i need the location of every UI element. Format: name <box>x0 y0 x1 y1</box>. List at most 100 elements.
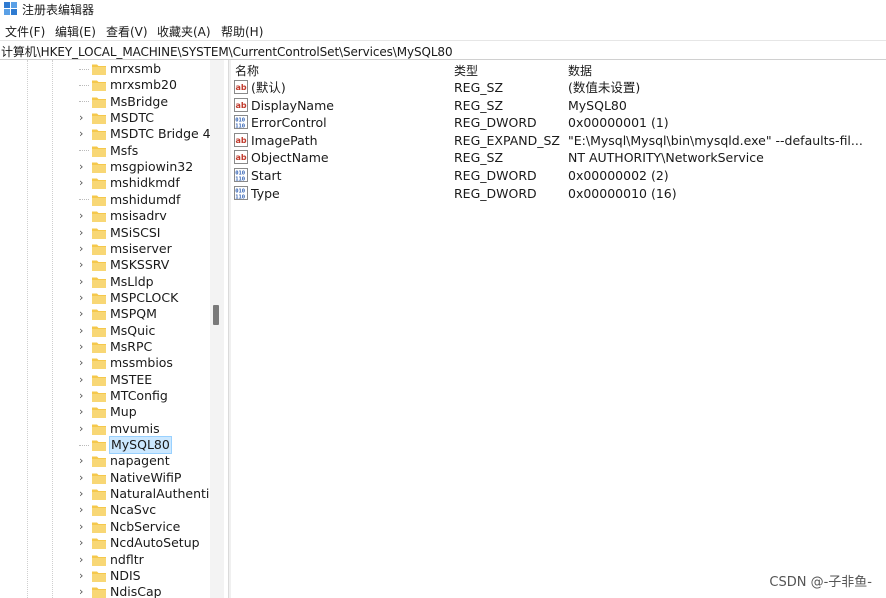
chevron-right-icon[interactable]: › <box>79 291 89 305</box>
tree-item[interactable]: › MSTEE <box>0 372 210 388</box>
value-row[interactable]: 010 110 Type REG_DWORD 0x00000010 (16) <box>231 185 886 202</box>
chevron-right-icon[interactable]: › <box>79 176 89 190</box>
chevron-right-icon[interactable]: › <box>79 307 89 321</box>
menu-help[interactable]: 帮助(H) <box>221 23 263 40</box>
tree-item[interactable]: › napagent <box>0 453 210 469</box>
chevron-right-icon[interactable]: › <box>79 373 89 387</box>
tree-item-label: msgpiowin32 <box>110 159 194 175</box>
value-name: Type <box>251 185 280 201</box>
tree-item[interactable]: › NcaSvc <box>0 502 210 518</box>
column-header-data[interactable]: 数据 <box>568 62 592 79</box>
tree-item[interactable]: › msiserver <box>0 241 210 257</box>
tree-connector <box>79 438 89 452</box>
tree-item[interactable]: mrxsmb <box>0 61 210 77</box>
folder-icon <box>92 505 106 517</box>
tree-scrollbar[interactable] <box>210 60 224 598</box>
tree-item[interactable]: › msisadrv <box>0 208 210 224</box>
chevron-right-icon[interactable]: › <box>79 389 89 403</box>
tree-item-label: MSPQM <box>110 306 157 322</box>
chevron-right-icon[interactable]: › <box>79 111 89 125</box>
tree-item[interactable]: › ndfltr <box>0 552 210 568</box>
tree-item-label: MsBridge <box>110 93 169 109</box>
tree-item[interactable]: › msgpiowin32 <box>0 159 210 175</box>
tree-item-label: MSTEE <box>110 371 153 387</box>
folder-icon <box>92 129 106 141</box>
tree-item[interactable]: › mshidkmdf <box>0 175 210 191</box>
tree-item[interactable]: › NcbService <box>0 519 210 535</box>
value-data: 0x00000010 (16) <box>568 185 677 201</box>
menu-view[interactable]: 查看(V) <box>106 23 148 40</box>
chevron-right-icon[interactable]: › <box>79 536 89 550</box>
tree-item[interactable]: › MSiSCSI <box>0 225 210 241</box>
binary-value-icon: 010110 <box>234 115 248 130</box>
tree-item[interactable]: › MSDTC Bridge 4.0 <box>0 126 210 142</box>
tree-item[interactable]: › MSKSSRV <box>0 257 210 273</box>
address-bar[interactable]: 计算机\HKEY_LOCAL_MACHINE\SYSTEM\CurrentCon… <box>0 40 886 60</box>
chevron-right-icon[interactable]: › <box>79 553 89 567</box>
value-type: REG_DWORD <box>454 168 537 183</box>
tree-item[interactable]: › Mup <box>0 404 210 420</box>
chevron-right-icon[interactable]: › <box>79 569 89 583</box>
chevron-right-icon[interactable]: › <box>79 324 89 338</box>
chevron-right-icon[interactable]: › <box>79 471 89 485</box>
chevron-right-icon[interactable]: › <box>79 258 89 272</box>
chevron-right-icon[interactable]: › <box>79 209 89 223</box>
tree-item[interactable]: › NcdAutoSetup <box>0 535 210 551</box>
tree-item[interactable]: › mvumis <box>0 421 210 437</box>
chevron-right-icon[interactable]: › <box>79 520 89 534</box>
tree-item-label: MSDTC Bridge 4.0 <box>110 126 210 142</box>
folder-icon <box>92 146 106 157</box>
menu-file[interactable]: 文件(F) <box>5 23 45 40</box>
svg-text:ab: ab <box>236 136 247 145</box>
tree-item[interactable]: › MsQuic <box>0 323 210 339</box>
tree-scrollbar-thumb[interactable] <box>213 305 219 325</box>
value-name: ObjectName <box>251 150 329 166</box>
chevron-right-icon[interactable]: › <box>79 242 89 256</box>
tree-item[interactable]: › NaturalAuthentica <box>0 486 210 502</box>
value-row[interactable]: ab (默认) REG_SZ (数值未设置) <box>231 79 886 96</box>
chevron-right-icon[interactable]: › <box>79 422 89 436</box>
value-row[interactable]: ab ObjectName REG_SZ NT AUTHORITY\NetworkSe… <box>231 149 886 166</box>
menu-edit[interactable]: 编辑(E) <box>55 23 96 40</box>
chevron-right-icon[interactable]: › <box>79 487 89 501</box>
value-type: REG_DWORD <box>454 185 537 201</box>
tree-item[interactable]: MsBridge <box>0 94 210 110</box>
tree-item-label: MsLldp <box>110 273 154 289</box>
chevron-right-icon[interactable]: › <box>79 226 89 240</box>
tree-item[interactable]: › MsLldp <box>0 274 210 290</box>
column-header-name[interactable]: 名称 <box>235 62 259 79</box>
tree-item[interactable]: › NDIS <box>0 568 210 584</box>
chevron-right-icon[interactable]: › <box>79 340 89 354</box>
address-path[interactable]: 计算机\HKEY_LOCAL_MACHINE\SYSTEM\CurrentCon… <box>1 43 453 60</box>
value-row[interactable]: ab ImagePath REG_EXPAND_SZ "E:\Mysql\Mysql\… <box>231 132 886 149</box>
chevron-right-icon[interactable]: › <box>79 275 89 289</box>
chevron-right-icon[interactable]: › <box>79 454 89 468</box>
tree-item[interactable]: › MTConfig <box>0 388 210 404</box>
folder-icon <box>92 244 106 255</box>
chevron-right-icon[interactable]: › <box>79 405 89 419</box>
tree-item[interactable]: › mssmbios <box>0 355 210 371</box>
key-tree[interactable]: mrxsmb mrxsmb20 MsBridge › MSDTC › MSDTC Bridg… <box>0 60 210 598</box>
tree-item[interactable]: › MsRPC <box>0 339 210 355</box>
value-row[interactable]: ab DisplayName REG_SZ MySQL80 <box>231 97 886 114</box>
values-list[interactable]: 名称 类型 数据 ab (默认) REG_SZ (数值未设置) ab DisplayNam… <box>231 60 886 598</box>
tree-item[interactable]: › MSPQM <box>0 306 210 322</box>
chevron-right-icon[interactable]: › <box>79 503 89 517</box>
value-row[interactable]: 010 110 ErrorControl REG_DWORD 0x00000001 (1… <box>231 114 886 131</box>
chevron-right-icon[interactable]: › <box>79 585 89 598</box>
chevron-right-icon[interactable]: › <box>79 356 89 370</box>
tree-item[interactable]: mshidumdf <box>0 192 210 208</box>
menu-favorites[interactable]: 收藏夹(A) <box>157 23 211 40</box>
tree-item[interactable]: › NdisCap <box>0 584 210 598</box>
tree-item[interactable]: mrxsmb20 <box>0 77 210 93</box>
tree-item[interactable]: › MSDTC <box>0 110 210 126</box>
tree-item[interactable]: MySQL80 <box>0 436 210 455</box>
column-header-type[interactable]: 类型 <box>454 62 478 79</box>
tree-item[interactable]: › NativeWifiP <box>0 470 210 486</box>
value-row[interactable]: 010 110 Start REG_DWORD 0x00000002 (2) <box>231 167 886 184</box>
chevron-right-icon[interactable]: › <box>79 160 89 174</box>
tree-item[interactable]: Msfs <box>0 143 210 159</box>
tree-item[interactable]: › MSPCLOCK <box>0 290 210 306</box>
folder-icon <box>92 260 106 272</box>
chevron-right-icon[interactable]: › <box>79 127 89 141</box>
